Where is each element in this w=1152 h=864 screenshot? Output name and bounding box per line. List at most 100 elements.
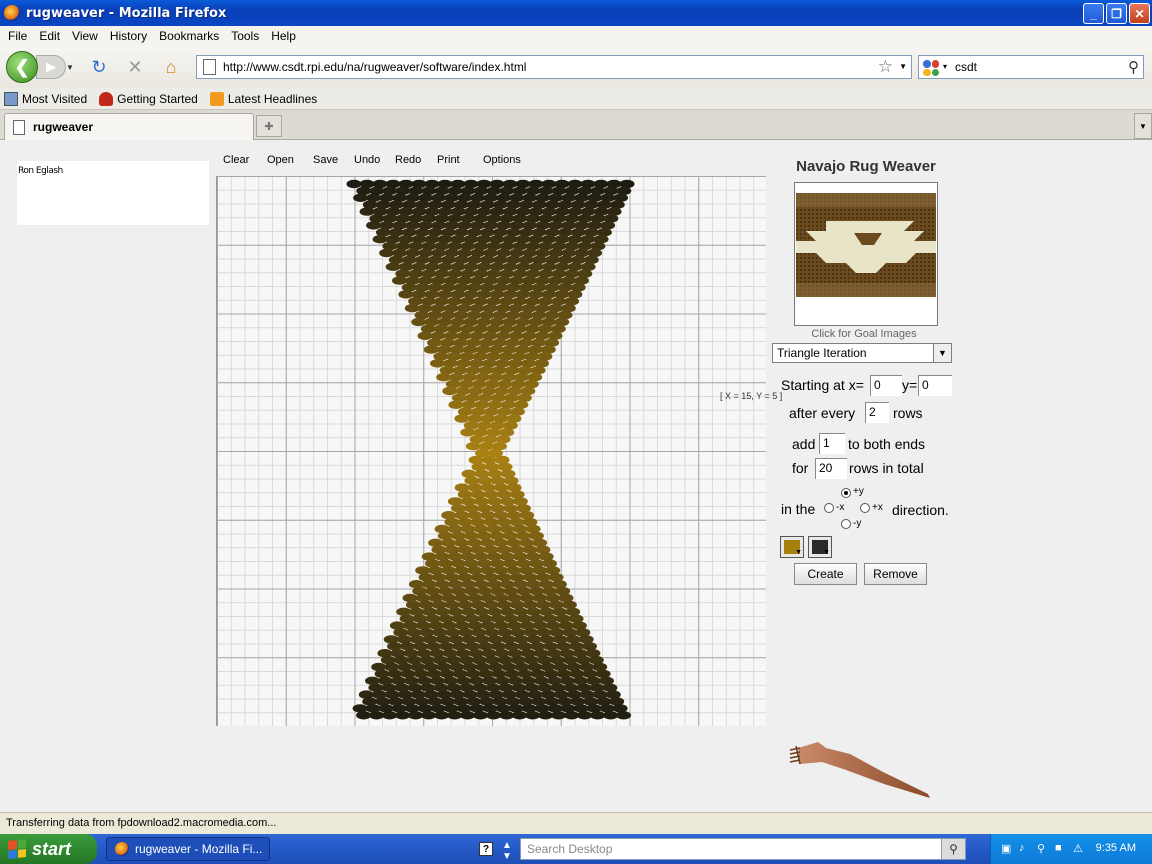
- volume-icon[interactable]: ♪: [1019, 842, 1033, 856]
- address-bar[interactable]: http://www.csdt.rpi.edu/na/rugweaver/sof…: [196, 55, 912, 79]
- start-x-field[interactable]: 0: [870, 375, 902, 396]
- direction-minus-x-radio[interactable]: [824, 503, 834, 513]
- save-button[interactable]: Save: [313, 154, 338, 166]
- options-button[interactable]: Options: [483, 154, 521, 166]
- weave-bead: [404, 304, 420, 313]
- start-y-field[interactable]: 0: [918, 375, 952, 396]
- add-field[interactable]: 1: [819, 433, 845, 454]
- minimize-button[interactable]: _: [1083, 3, 1104, 24]
- desktop-search-options-icon[interactable]: ▲ ▼: [502, 840, 512, 862]
- weave-row: [380, 655, 604, 665]
- updates-icon[interactable]: ⚠: [1073, 842, 1087, 856]
- menu-help[interactable]: Help: [271, 29, 296, 43]
- menu-file[interactable]: File: [8, 29, 27, 43]
- search-icon[interactable]: ⚲: [1128, 58, 1139, 76]
- weave-bead: [411, 317, 427, 327]
- primary-color-picker[interactable]: ▼: [780, 536, 804, 558]
- weave-row: [379, 248, 603, 258]
- security-icon[interactable]: ■: [1055, 842, 1069, 856]
- search-engine-dropdown-icon[interactable]: ▾: [943, 62, 947, 71]
- weave-row: [421, 552, 554, 561]
- weave-bead: [385, 262, 401, 271]
- weave-bead: [436, 373, 452, 382]
- new-tab-button[interactable]: ✚: [256, 115, 282, 137]
- help-icon[interactable]: ?: [479, 842, 493, 856]
- google-icon[interactable]: [923, 60, 939, 76]
- goal-caption[interactable]: Click for Goal Images: [770, 328, 958, 340]
- goal-image[interactable]: [794, 182, 938, 326]
- menu-edit[interactable]: Edit: [39, 29, 60, 43]
- weave-row: [463, 421, 518, 430]
- after-every-field[interactable]: 2: [865, 402, 889, 423]
- weave-bead: [366, 221, 382, 230]
- rows-label: rows: [893, 405, 923, 421]
- open-button[interactable]: Open: [267, 154, 294, 166]
- rows-total-field[interactable]: 20: [815, 458, 847, 479]
- print-button[interactable]: Print: [437, 154, 460, 166]
- menu-tools[interactable]: Tools: [231, 29, 259, 43]
- weave-bead: [499, 711, 515, 720]
- bookmark-getting-started[interactable]: Getting Started: [99, 91, 198, 106]
- clock: 9:35 AM: [1095, 842, 1136, 854]
- direction-plus-y-label: +y: [853, 486, 864, 497]
- weave-bead: [434, 711, 450, 720]
- weave-bead: [395, 711, 411, 720]
- remove-button[interactable]: Remove: [864, 563, 927, 585]
- mode-select[interactable]: Triangle Iteration ▼: [772, 343, 952, 363]
- for-label: for: [792, 460, 809, 476]
- restore-button[interactable]: ❐: [1106, 3, 1127, 24]
- chevron-down-icon[interactable]: ▼: [933, 344, 951, 362]
- direction-minus-y-radio[interactable]: [841, 519, 851, 529]
- weave-grid-canvas[interactable]: [216, 176, 766, 726]
- menu-view[interactable]: View: [72, 29, 98, 43]
- weave-row: [356, 711, 632, 720]
- weave-bead: [369, 711, 385, 720]
- weave-bead: [353, 193, 369, 202]
- weave-bead: [398, 290, 414, 299]
- in-the-label: in the: [781, 501, 816, 517]
- page-icon: [203, 59, 216, 75]
- author-box: Ron Eglash: [17, 161, 209, 225]
- weave-row: [423, 345, 556, 354]
- desktop-search-input[interactable]: Search Desktop ⚲: [520, 838, 966, 860]
- search-icon[interactable]: ⚲: [941, 839, 965, 859]
- redo-button[interactable]: Redo: [395, 154, 421, 166]
- stop-icon[interactable]: ✕: [124, 56, 146, 78]
- url-dropdown-icon[interactable]: ▼: [899, 62, 907, 71]
- bookmark-latest-headlines[interactable]: Latest Headlines: [209, 91, 317, 106]
- tab-strip: rugweaver ✚ ▼: [0, 110, 1152, 140]
- bookmark-label: Getting Started: [117, 91, 198, 106]
- tab-rugweaver[interactable]: rugweaver: [4, 113, 254, 140]
- menu-history[interactable]: History: [110, 29, 147, 43]
- menu-bookmarks[interactable]: Bookmarks: [159, 29, 219, 43]
- search-box[interactable]: ▾ csdt ⚲: [918, 55, 1144, 79]
- search-icon[interactable]: ⚲: [1037, 842, 1051, 856]
- bookmark-most-visited[interactable]: Most Visited: [4, 91, 88, 106]
- bookmark-label: Most Visited: [22, 91, 88, 106]
- list-all-tabs-icon[interactable]: ▼: [1134, 113, 1152, 139]
- home-icon[interactable]: ⌂: [160, 56, 182, 78]
- search-value: csdt: [955, 60, 978, 74]
- forward-button[interactable]: ▶: [36, 55, 66, 79]
- windows-taskbar: start rugweaver - Mozilla Fi... ? ▲ ▼ Sea…: [0, 834, 1152, 864]
- weave-bead: [616, 711, 632, 720]
- bookmarks-toolbar: Most Visited Getting Started Latest Head…: [0, 88, 1152, 110]
- direction-plus-y-radio[interactable]: [841, 488, 851, 498]
- weave-bead: [486, 711, 502, 720]
- rows-in-total-label: rows in total: [849, 460, 924, 476]
- close-button[interactable]: ✕: [1129, 3, 1150, 24]
- reload-icon[interactable]: ↻: [88, 56, 110, 78]
- create-button[interactable]: Create: [794, 563, 857, 585]
- back-button[interactable]: ❮: [6, 51, 38, 83]
- taskbar-firefox-button[interactable]: rugweaver - Mozilla Fi...: [106, 837, 270, 861]
- start-button[interactable]: start: [0, 834, 97, 864]
- history-dropdown-icon[interactable]: ▼: [66, 63, 74, 72]
- network-icon[interactable]: ▣: [1001, 842, 1015, 856]
- direction-plus-x-radio[interactable]: [860, 503, 870, 513]
- clear-button[interactable]: Clear: [223, 154, 249, 166]
- weave-bead: [465, 442, 481, 451]
- bookmark-star-icon[interactable]: ☆: [878, 57, 893, 77]
- weave-row: [444, 517, 538, 527]
- secondary-color-picker[interactable]: ▼: [808, 536, 832, 558]
- undo-button[interactable]: Undo: [354, 154, 380, 166]
